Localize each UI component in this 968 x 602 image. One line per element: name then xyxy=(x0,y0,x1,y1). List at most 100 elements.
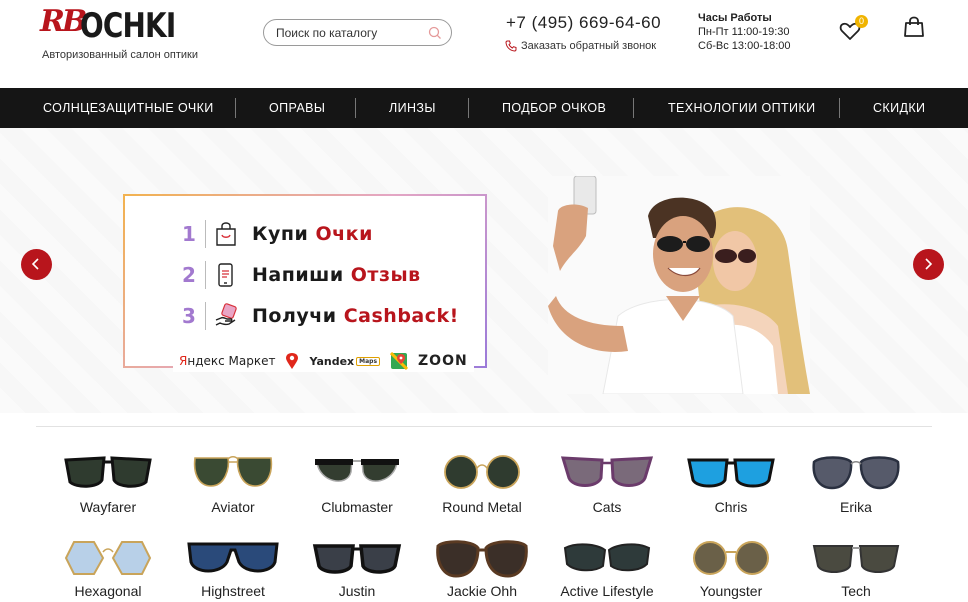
jackie-ohh-sunglasses-icon xyxy=(436,540,528,578)
category-label: Aviator xyxy=(211,499,255,515)
wayfarer-sunglasses-icon xyxy=(64,456,152,488)
category-label: Youngster xyxy=(699,583,763,599)
working-hours: Часы Работы Пн-Пт 11:00-19:30 Сб-Вс 13:0… xyxy=(698,11,791,53)
category-clubmaster[interactable]: Clubmaster xyxy=(295,450,419,530)
promo-slider: 1 Купи Очки 2 Напиши Отзыв 3 Получи Cash… xyxy=(0,128,968,413)
category-tech[interactable]: Tech xyxy=(794,536,918,602)
category-youngster[interactable]: Youngster xyxy=(669,536,793,602)
zoon-logo: ZOON xyxy=(418,353,468,369)
step-divider xyxy=(205,302,206,330)
aviator-sunglasses-icon xyxy=(193,456,273,487)
chris-sunglasses-icon xyxy=(687,458,775,488)
site-header: RB OCHKI Авторизованный салон оптики +7 … xyxy=(0,0,968,88)
logo-text: OCHKI xyxy=(80,6,176,46)
search-icon[interactable] xyxy=(427,25,443,41)
promo-step-3: 3 Получи Cashback! xyxy=(177,300,459,332)
category-label: Highstreet xyxy=(201,583,265,599)
wishlist-count-badge: 0 xyxy=(855,15,868,28)
promo-step-1: 1 Купи Очки xyxy=(177,218,373,250)
google-maps-icon xyxy=(390,352,409,370)
erika-sunglasses-icon xyxy=(812,456,900,490)
search-input[interactable] xyxy=(276,25,416,41)
chevron-left-icon xyxy=(31,258,39,270)
category-jackie-ohh[interactable]: Jackie Ohh xyxy=(420,536,544,602)
category-label: Chris xyxy=(714,499,748,515)
category-justin[interactable]: Justin xyxy=(295,536,419,602)
slider-next-button[interactable] xyxy=(913,249,944,280)
map-pin-icon xyxy=(286,353,299,369)
callback-link[interactable]: Заказать обратный звонок xyxy=(505,40,656,52)
category-label: Erika xyxy=(840,499,872,515)
round-metal-sunglasses-icon xyxy=(444,455,520,489)
wishlist-button[interactable]: 0 xyxy=(838,15,870,43)
category-chris[interactable]: Chris xyxy=(669,450,793,530)
category-hexagonal[interactable]: Hexagonal xyxy=(46,536,170,602)
step-number: 3 xyxy=(182,304,196,328)
nav-separator xyxy=(355,98,356,118)
nav-separator xyxy=(235,98,236,118)
chevron-right-icon xyxy=(925,258,933,270)
step-number: 2 xyxy=(182,263,196,287)
category-round-metal[interactable]: Round Metal xyxy=(420,450,544,530)
active-lifestyle-sunglasses-icon xyxy=(563,543,651,572)
main-nav: СОЛНЦЕЗАЩИТНЫЕ ОЧКИ ОПРАВЫ ЛИНЗЫ ПОДБОР … xyxy=(0,88,968,128)
hours-weekend: Сб-Вс 13:00-18:00 xyxy=(698,40,791,52)
cart-bag-icon[interactable] xyxy=(902,15,926,39)
tech-sunglasses-icon xyxy=(812,545,900,573)
nav-item-optics-technologies[interactable]: ТЕХНОЛОГИИ ОПТИКИ xyxy=(668,88,815,128)
step-number: 1 xyxy=(182,222,196,246)
step-text: Получи Cashback! xyxy=(252,305,459,327)
yandex-maps-logo: Yandex Maps xyxy=(309,355,381,368)
phone-number[interactable]: +7 (495) 669-64-60 xyxy=(506,13,661,33)
nav-separator xyxy=(839,98,840,118)
phone-icon xyxy=(505,40,517,52)
category-label: Cats xyxy=(592,499,622,515)
yandex-market-logo: Яндекс Маркет xyxy=(179,354,276,368)
step-text: Купи Очки xyxy=(252,223,373,245)
category-label: Jackie Ohh xyxy=(446,583,518,599)
callback-label: Заказать обратный звонок xyxy=(521,40,657,52)
hours-title: Часы Работы xyxy=(698,12,772,24)
nav-item-sunglasses[interactable]: СОЛНЦЕЗАЩИТНЫЕ ОЧКИ xyxy=(43,88,213,128)
highstreet-sunglasses-icon xyxy=(187,542,279,573)
nav-separator xyxy=(633,98,634,118)
category-label: Active Lifestyle xyxy=(560,583,654,599)
shopping-bag-icon xyxy=(216,222,236,246)
logo-rb: RB xyxy=(40,4,87,39)
clubmaster-sunglasses-icon xyxy=(315,459,399,482)
category-label: Round Metal xyxy=(442,499,522,515)
category-label: Tech xyxy=(841,583,871,599)
category-label: Wayfarer xyxy=(79,499,137,515)
category-aviator[interactable]: Aviator xyxy=(171,450,295,530)
category-erika[interactable]: Erika xyxy=(794,450,918,530)
hours-weekdays: Пн-Пт 11:00-19:30 xyxy=(698,26,790,38)
category-highstreet[interactable]: Highstreet xyxy=(171,536,295,602)
category-label: Justin xyxy=(338,583,376,599)
nav-item-discounts[interactable]: СКИДКИ xyxy=(873,88,925,128)
slider-prev-button[interactable] xyxy=(21,249,52,280)
section-divider xyxy=(36,426,932,427)
category-cats[interactable]: Cats xyxy=(545,450,669,530)
promo-step-2: 2 Напиши Отзыв xyxy=(177,259,421,291)
step-text: Напиши Отзыв xyxy=(252,264,421,286)
category-label: Clubmaster xyxy=(321,499,393,515)
search-box xyxy=(263,19,452,46)
category-active-lifestyle[interactable]: Active Lifestyle xyxy=(545,536,669,602)
cashback-hand-icon xyxy=(215,303,237,326)
category-wayfarer[interactable]: Wayfarer xyxy=(46,450,170,530)
tagline: Авторизованный салон оптики xyxy=(42,49,198,61)
nav-item-glasses-selection[interactable]: ПОДБОР ОЧКОВ xyxy=(502,88,606,128)
step-divider xyxy=(205,261,206,289)
nav-separator xyxy=(468,98,469,118)
cashback-promo[interactable]: 1 Купи Очки 2 Напиши Отзыв 3 Получи Cash… xyxy=(123,194,487,372)
category-label: Hexagonal xyxy=(74,583,142,599)
couple-selfie-image xyxy=(548,176,810,394)
justin-sunglasses-icon xyxy=(312,544,402,574)
nav-item-frames[interactable]: ОПРАВЫ xyxy=(269,88,325,128)
step-divider xyxy=(205,220,206,248)
cats-sunglasses-icon xyxy=(560,456,654,487)
smartphone-review-icon xyxy=(218,263,233,287)
youngster-sunglasses-icon xyxy=(693,541,769,575)
nav-item-lenses[interactable]: ЛИНЗЫ xyxy=(389,88,435,128)
partners-row: Яндекс Маркет Yandex Maps ZOON xyxy=(173,350,474,372)
